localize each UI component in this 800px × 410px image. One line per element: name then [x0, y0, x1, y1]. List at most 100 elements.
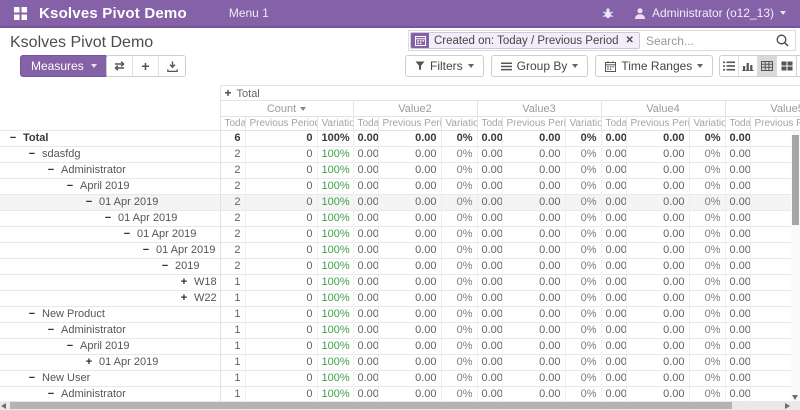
vertical-scrollbar-thumb[interactable] — [792, 135, 799, 225]
pivot-cell: 1 — [220, 323, 245, 339]
pivot-subheader-today[interactable]: Today — [601, 117, 626, 131]
collapse-row-icon[interactable]: − — [46, 387, 56, 402]
pivot-column-total-header[interactable]: +Total — [220, 86, 800, 101]
group-by-button[interactable]: Group By — [491, 55, 589, 77]
search-input[interactable] — [640, 34, 775, 48]
pivot-row-header[interactable]: −2019 — [0, 259, 220, 275]
collapse-row-icon[interactable]: − — [46, 323, 56, 338]
scroll-left-arrow-icon[interactable] — [1, 403, 6, 409]
pivot-row-header[interactable]: −01 Apr 2019 — [0, 211, 220, 227]
search-facet: Created on: Today / Previous Period ✕ — [410, 32, 640, 49]
search-icon[interactable] — [775, 33, 790, 48]
scroll-right-arrow-icon[interactable] — [785, 403, 790, 409]
pivot-measure-value4[interactable]: Value4 — [601, 101, 725, 117]
user-menu[interactable]: Administrator (o12_13) — [634, 6, 786, 20]
kanban-view-button[interactable] — [777, 56, 796, 76]
collapse-row-icon[interactable]: − — [84, 195, 94, 210]
pivot-measure-value3[interactable]: Value3 — [477, 101, 601, 117]
pivot-row-header[interactable]: +01 Apr 2019 — [0, 355, 220, 371]
row-label: Administrator — [61, 164, 126, 176]
pivot-cell: 0 — [245, 371, 317, 387]
subheader-label: Today — [358, 118, 379, 129]
collapse-row-icon[interactable]: − — [65, 179, 75, 194]
pivot-subheader-variation[interactable]: Variation — [565, 117, 601, 131]
pivot-row-header[interactable]: −April 2019 — [0, 339, 220, 355]
pivot-subheader-previous-period[interactable]: Previous Period — [245, 117, 317, 131]
pivot-subheader-today[interactable]: Today — [477, 117, 502, 131]
download-xlsx-button[interactable] — [159, 56, 185, 76]
pivot-cell: 100% — [317, 147, 353, 163]
collapse-row-icon[interactable]: − — [160, 259, 170, 274]
pivot-cell: 0% — [441, 179, 477, 195]
pivot-cell: 0.00 — [725, 323, 750, 339]
collapse-row-icon[interactable]: − — [8, 131, 18, 146]
pivot-cell: 0.00 — [502, 243, 565, 259]
expand-row-icon[interactable]: + — [179, 275, 189, 290]
expand-row-icon[interactable]: + — [179, 291, 189, 306]
app-brand[interactable]: Ksolves Pivot Demo — [39, 5, 187, 22]
collapse-row-icon[interactable]: − — [46, 163, 56, 178]
pivot-row-header[interactable]: −01 Apr 2019 — [0, 227, 220, 243]
filters-button[interactable]: Filters — [405, 55, 484, 77]
expand-column-icon[interactable]: + — [225, 86, 232, 100]
pivot-subheader-today[interactable]: Today — [220, 117, 245, 131]
pivot-subheader-previous-period[interactable]: Previous Period — [502, 117, 565, 131]
list-view-button[interactable] — [720, 56, 739, 76]
pivot-row-header[interactable]: −Administrator — [0, 323, 220, 339]
pivot-row-header[interactable]: −New Product — [0, 307, 220, 323]
measure-label: Value5 — [770, 103, 800, 115]
flip-axis-button[interactable]: ⇄ — [107, 56, 133, 76]
pivot-cell: 0 — [245, 147, 317, 163]
collapse-row-icon[interactable]: − — [27, 147, 37, 162]
pivot-measure-value5[interactable]: Value5 — [725, 101, 800, 117]
apps-grid-icon[interactable] — [14, 7, 27, 20]
collapse-row-icon[interactable]: − — [27, 371, 37, 386]
search-view[interactable]: Created on: Today / Previous Period ✕ — [408, 30, 796, 51]
pivot-cell: 0% — [689, 323, 725, 339]
pivot-row: +01 Apr 201910100%0.000.000%0.000.000%0.… — [0, 355, 800, 371]
pivot-subheader-variation[interactable]: Variation — [317, 117, 353, 131]
expand-all-button[interactable]: + — [133, 56, 159, 76]
vertical-scrollbar[interactable] — [791, 131, 800, 401]
pivot-cell: 0% — [689, 275, 725, 291]
pivot-row-header[interactable]: −April 2019 — [0, 179, 220, 195]
pivot-row-header[interactable]: +W22 2019 — [0, 291, 220, 307]
facet-close-icon[interactable]: ✕ — [624, 33, 639, 48]
pivot-cell: 0 — [245, 131, 317, 147]
collapse-row-icon[interactable]: − — [122, 227, 132, 242]
pivot-subheader-previous-period[interactable]: Previous Period — [626, 117, 689, 131]
horizontal-scrollbar-thumb[interactable] — [10, 402, 732, 409]
pivot-row-header[interactable]: −01 Apr 2019 — [0, 195, 220, 211]
pivot-subheader-today[interactable]: Today — [725, 117, 750, 131]
pivot-subheader-variation[interactable]: Variation — [689, 117, 725, 131]
pivot-row-header[interactable]: −Administrator — [0, 163, 220, 179]
time-ranges-button[interactable]: Time Ranges — [595, 55, 713, 77]
bug-icon[interactable] — [602, 7, 614, 19]
pivot-measure-value2[interactable]: Value2 — [353, 101, 477, 117]
pivot-row-header[interactable]: −01 Apr 2019 — [0, 243, 220, 259]
row-label: April 2019 — [80, 180, 130, 192]
pivot-view-button[interactable] — [758, 56, 777, 76]
pivot-subheader-previous-period[interactable]: Previous Period — [378, 117, 441, 131]
pivot-measure-count[interactable]: Count — [220, 101, 353, 117]
pivot-subheader-today[interactable]: Today — [353, 117, 378, 131]
graph-view-button[interactable] — [739, 56, 758, 76]
pivot-subheader-previous-period[interactable]: Previous Period — [750, 117, 800, 131]
pivot-subheader-variation[interactable]: Variation — [441, 117, 477, 131]
collapse-row-icon[interactable]: − — [27, 307, 37, 322]
horizontal-scrollbar[interactable] — [0, 401, 800, 410]
pivot-row-header[interactable]: +W18 2019 — [0, 275, 220, 291]
scroll-down-arrow-icon[interactable] — [792, 395, 798, 400]
collapse-row-icon[interactable]: − — [103, 211, 113, 226]
expand-row-icon[interactable]: + — [84, 355, 94, 370]
pivot-row-header[interactable]: −New User — [0, 371, 220, 387]
nav-menu-1[interactable]: Menu 1 — [229, 6, 269, 20]
pivot-row-header[interactable]: −Administrator — [0, 387, 220, 403]
pivot-table: +TotalCountValue2Value3Value4 Value5 Today… — [0, 85, 800, 402]
collapse-row-icon[interactable]: − — [65, 339, 75, 354]
pivot-row-header[interactable]: −sdasfdg — [0, 147, 220, 163]
pivot-row-header[interactable]: −Total — [0, 131, 220, 147]
pivot-cell: 0.00 — [725, 147, 750, 163]
collapse-row-icon[interactable]: − — [141, 243, 151, 258]
measures-button[interactable]: Measures — [20, 55, 108, 77]
